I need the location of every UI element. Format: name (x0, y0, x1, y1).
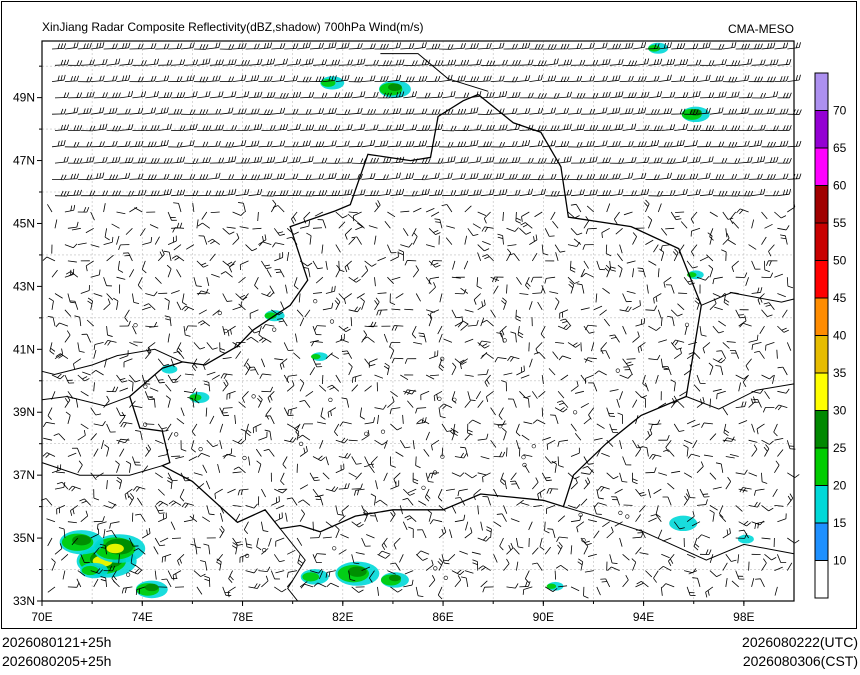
wind-barb (554, 570, 557, 580)
colorbar-segment (815, 373, 828, 411)
radar-echo-patch (669, 515, 698, 532)
wind-barb (321, 374, 324, 385)
wind-barb (675, 211, 685, 213)
lat-label: 33N (13, 594, 35, 608)
colorbar-label: 30 (833, 404, 847, 418)
lon-label: 94E (633, 610, 654, 624)
colorbar-label: 70 (833, 104, 847, 118)
wind-barb (776, 349, 778, 359)
radar-echo-patch (321, 78, 336, 87)
radar-echo-patch (388, 83, 402, 91)
valid-time-utc: 2026080222(UTC) (742, 634, 858, 650)
colorbar-segment (815, 410, 828, 449)
colorbar-label: 60 (833, 179, 847, 193)
colorbar-segment (815, 298, 828, 336)
colorbar-segment (815, 335, 828, 374)
radar-echo-patch (302, 572, 320, 582)
radar-echo-patch (388, 574, 401, 582)
radar-echo-patch (546, 583, 557, 589)
colorbar-label: 65 (833, 141, 847, 155)
radar-echo-patch (72, 535, 92, 546)
colorbar-label: 35 (833, 366, 847, 380)
lon-label: 78E (232, 610, 253, 624)
map-figure: 49N 47N 45N 43N 41N 39N 37N 35N 33N 70E 74E 78E 82E 8… (13, 40, 847, 624)
lat-label: 37N (13, 468, 35, 482)
colorbar-label: 50 (833, 254, 847, 268)
colorbar-segment (815, 148, 828, 186)
colorbar-label: 15 (833, 516, 847, 530)
wind-barb (171, 537, 182, 539)
lat-label: 35N (13, 531, 35, 545)
colorbar-segment (815, 523, 828, 561)
colorbar-segment (815, 260, 828, 299)
radar-echo-patch (310, 353, 321, 360)
colorbar-segment (815, 73, 828, 111)
colorbar-label: 25 (833, 441, 847, 455)
lon-label: 86E (432, 610, 453, 624)
colorbar-label: 55 (833, 216, 847, 230)
lon-label: 82E (332, 610, 353, 624)
lat-label: 47N (13, 154, 35, 168)
lat-label: 41N (13, 342, 35, 356)
valid-time-cst: 2026080306(CST) (742, 653, 858, 669)
radar-echo-patch (81, 565, 99, 576)
radar-echo-patch (347, 566, 367, 577)
lon-label: 70E (31, 610, 52, 624)
colorbar-segment (815, 448, 828, 486)
lat-label: 49N (13, 91, 35, 105)
lon-label: 74E (132, 610, 153, 624)
colorbar-segment (815, 485, 828, 524)
wind-barb (506, 447, 508, 457)
lat-label: 45N (13, 216, 35, 230)
colorbar-label: 40 (833, 329, 847, 343)
colorbar-segment (815, 223, 828, 261)
colorbar-label: 10 (833, 554, 847, 568)
init-time-utc: 2026080121+25h (2, 634, 112, 650)
wind-barb (312, 227, 323, 229)
radar-echo-patch (106, 543, 124, 554)
init-time-cst: 2026080205+25h (2, 653, 112, 669)
colorbar-segment (815, 185, 828, 224)
lon-label: 98E (733, 610, 754, 624)
wind-barb (626, 358, 636, 360)
colorbar-segment (815, 560, 828, 599)
wind-barb (133, 341, 143, 343)
lon-label: 90E (533, 610, 554, 624)
colorbar-label: 20 (833, 479, 847, 493)
colorbar-segment (815, 110, 828, 149)
lat-label: 39N (13, 405, 35, 419)
colorbar-label: 45 (833, 291, 847, 305)
colorbar: 10 15 20 25 30 35 40 45 50 55 60 65 70 (814, 72, 847, 599)
radar-echo-patch (144, 583, 159, 592)
lat-label: 43N (13, 279, 35, 293)
